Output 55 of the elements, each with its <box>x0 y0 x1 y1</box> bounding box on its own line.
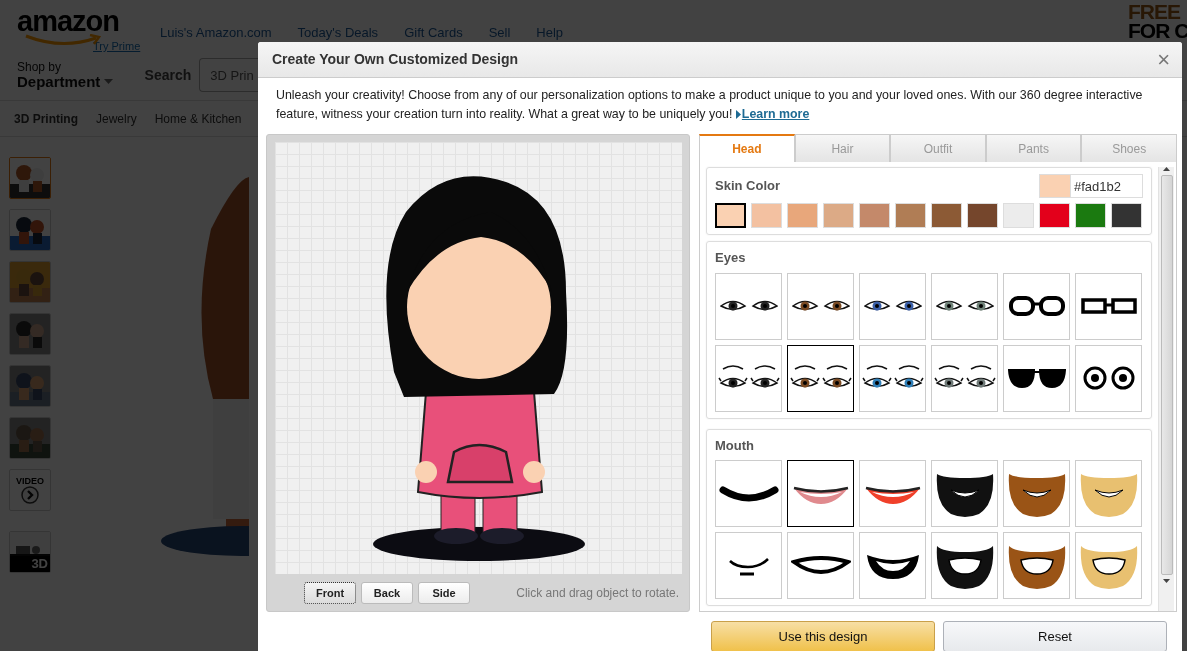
dialog-title: Create Your Own Customized Design <box>272 50 519 69</box>
eye-icon <box>895 300 922 311</box>
scroll-up-icon <box>1163 167 1170 171</box>
scrollbar[interactable] <box>1158 167 1174 611</box>
eye-icon <box>789 365 820 388</box>
view-button[interactable]: Side <box>418 581 470 605</box>
scroll-down-icon <box>1163 579 1170 583</box>
use-design-button[interactable]: Use this design <box>711 621 935 651</box>
mouth-option[interactable] <box>787 460 854 527</box>
eye-icon <box>933 365 964 388</box>
eye-icon <box>717 365 748 388</box>
eye-icon <box>751 300 778 311</box>
triangle-icon <box>735 110 741 120</box>
tab[interactable]: Head <box>699 134 795 162</box>
color-value-field[interactable]: #fad1b2 <box>1070 174 1143 198</box>
department-menu[interactable]: Department <box>17 73 101 90</box>
section-heading: Skin Color <box>715 177 780 196</box>
view-button[interactable]: Front <box>304 581 356 605</box>
eye-icon <box>821 365 852 388</box>
mouth-icon <box>790 555 851 576</box>
ad-text: FREE <box>1128 2 1182 21</box>
eye-icon <box>967 300 994 311</box>
color-swatch[interactable] <box>715 203 746 228</box>
learn-more-link[interactable]: Learn more <box>741 107 810 121</box>
glasses-icon <box>1007 295 1066 317</box>
video-label: VIDEO <box>16 476 44 486</box>
eye-option[interactable] <box>787 344 854 412</box>
intro-text: Unleash your creativity! Choose from any of our personalization options to make a product unique to you and your loved ones. With our 360 degree interactive feature, witness your creation turn into reality. What a great way to be uniquely you! Learn more <box>275 87 1144 123</box>
tab[interactable]: Hair <box>794 134 891 162</box>
eye-icon <box>935 300 962 311</box>
section-heading: Eyes <box>715 249 747 267</box>
shop-by-label: Shop by <box>17 60 63 74</box>
eye-icon <box>749 365 780 388</box>
mouth-icon <box>718 483 779 504</box>
tab[interactable]: Outfit <box>890 134 986 162</box>
eye-icon <box>791 300 818 311</box>
eye-icon <box>863 300 890 311</box>
tab[interactable]: Shoes <box>1081 134 1177 162</box>
logo-text: amazon <box>17 6 120 36</box>
close-button[interactable]: × <box>1151 48 1176 71</box>
section-heading: Mouth <box>715 436 755 455</box>
ad-text: FOR C <box>1128 21 1187 40</box>
eye-icon <box>965 365 996 388</box>
sunglasses-icon <box>1007 367 1066 389</box>
glasses-icon <box>1079 297 1138 315</box>
googly-eyes-icon <box>1081 366 1136 390</box>
eye-icon <box>719 300 746 311</box>
eye-icon <box>893 365 924 388</box>
view-button[interactable]: Back <box>361 581 413 605</box>
color-preview <box>1039 174 1070 198</box>
tab[interactable]: Pants <box>985 134 1082 162</box>
reset-button[interactable]: Reset <box>943 621 1167 651</box>
rotate-hint: Click and drag object to rotate. <box>516 585 679 602</box>
eye-icon <box>861 365 892 388</box>
eye-icon <box>823 300 850 311</box>
